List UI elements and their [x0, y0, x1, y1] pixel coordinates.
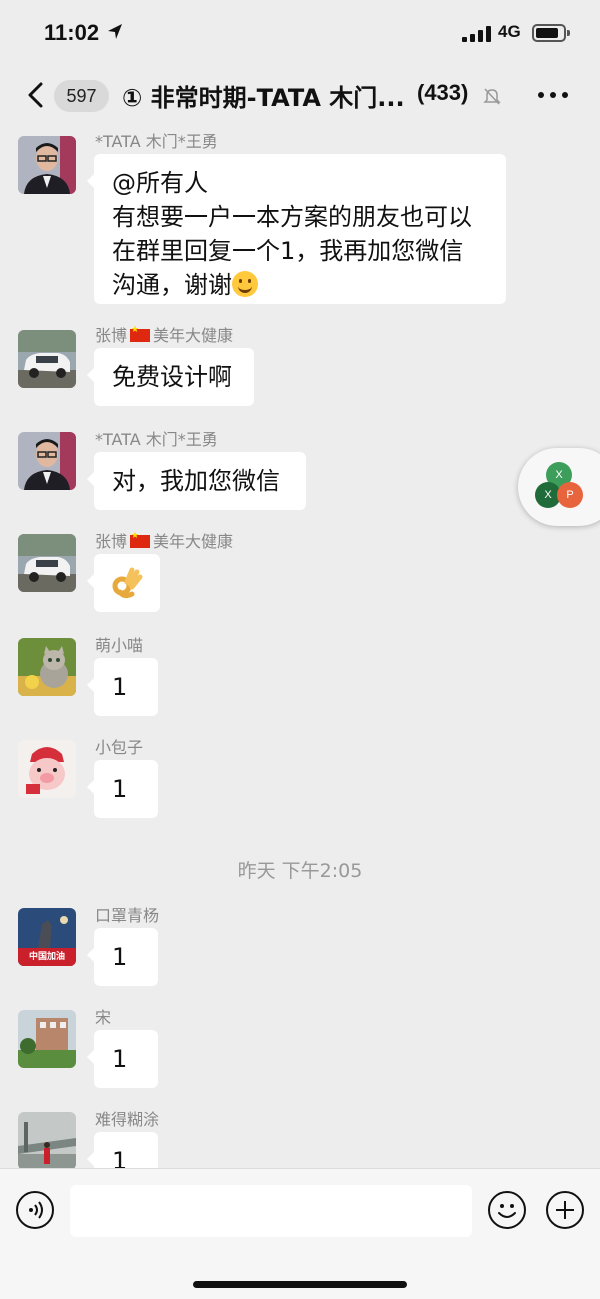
message-line: 在群里回复一个1，我再加您微信: [112, 237, 464, 265]
avatar[interactable]: [18, 534, 76, 592]
sender-name: *TATA 木门*王勇: [95, 132, 218, 151]
input-bar: [0, 1168, 600, 1299]
network-type: 4G: [498, 22, 521, 41]
plus-icon[interactable]: [546, 1191, 584, 1229]
message-bubble[interactable]: 1: [87, 928, 158, 986]
battery-icon: [532, 24, 566, 42]
ok-hand-emoji-icon: [112, 567, 143, 599]
sender-name: 小包子: [95, 738, 144, 757]
message-bubble[interactable]: 1: [87, 1132, 158, 1168]
sender-name: 口罩青杨: [95, 906, 160, 925]
unread-count-badge[interactable]: 597: [54, 80, 109, 112]
avatar[interactable]: 中国加油: [18, 908, 76, 966]
sender-name: 张博美年大健康: [95, 528, 233, 552]
message-line: @所有人: [112, 169, 208, 197]
avatar[interactable]: [18, 136, 76, 194]
avatar-caption: 中国加油: [28, 952, 65, 962]
avatar[interactable]: [18, 740, 76, 798]
sender-name: 张博美年大健康: [95, 322, 233, 346]
message-input[interactable]: [70, 1185, 472, 1237]
widget-circle: P: [557, 482, 583, 508]
group-title[interactable]: ① 非常时期-TATA 木门...: [122, 78, 405, 113]
home-indicator[interactable]: [193, 1281, 407, 1288]
message-bubble[interactable]: 免费设计啊: [87, 348, 254, 406]
china-flag-icon: [130, 531, 151, 548]
avatar[interactable]: [18, 1010, 76, 1068]
avatar[interactable]: [18, 1112, 76, 1168]
status-time: 11:02: [44, 20, 100, 45]
bell-slash-icon: [483, 88, 501, 105]
sender-name: 萌小喵: [95, 636, 144, 655]
message-bubble[interactable]: 1: [87, 658, 158, 716]
message-bubble[interactable]: [87, 554, 160, 612]
signal-icon: [462, 26, 492, 42]
message-bubble[interactable]: 1: [87, 1030, 158, 1088]
smile-emoji-icon: [232, 271, 258, 297]
sender-name: 难得糊涂: [95, 1110, 160, 1129]
chat-header: 597 ① 非常时期-TATA 木门... (433): [0, 62, 600, 128]
status-bar: 11:02 4G: [0, 0, 600, 62]
message-bubble[interactable]: 1: [87, 760, 158, 818]
chevron-left-icon[interactable]: [24, 82, 48, 108]
member-count: (433): [417, 80, 469, 105]
location-arrow-icon: [108, 24, 122, 39]
message-bubble[interactable]: 对，我加您微信: [87, 452, 306, 510]
avatar[interactable]: [18, 432, 76, 490]
floating-widget[interactable]: X X P: [518, 448, 600, 526]
emoji-icon[interactable]: [488, 1191, 526, 1229]
sender-name: 宋: [95, 1008, 112, 1027]
message-timestamp: 昨天 下午2:05: [237, 860, 363, 882]
message-bubble[interactable]: @所有人 有想要一户一本方案的朋友也可以 在群里回复一个1，我再加您微信 沟通，…: [87, 154, 506, 304]
voice-icon[interactable]: [16, 1191, 54, 1229]
sender-name: *TATA 木门*王勇: [95, 430, 218, 449]
avatar[interactable]: [18, 638, 76, 696]
message-list[interactable]: *TATA 木门*王勇 @所有人 有想要一户一本方案的朋友也可以 在群里回复一个…: [0, 128, 600, 1168]
message-line: 有想要一户一本方案的朋友也可以: [112, 203, 472, 231]
message-line: 沟通，谢谢: [112, 271, 232, 299]
china-flag-icon: [130, 325, 151, 342]
avatar[interactable]: [18, 330, 76, 388]
more-dots-icon[interactable]: [536, 90, 570, 100]
